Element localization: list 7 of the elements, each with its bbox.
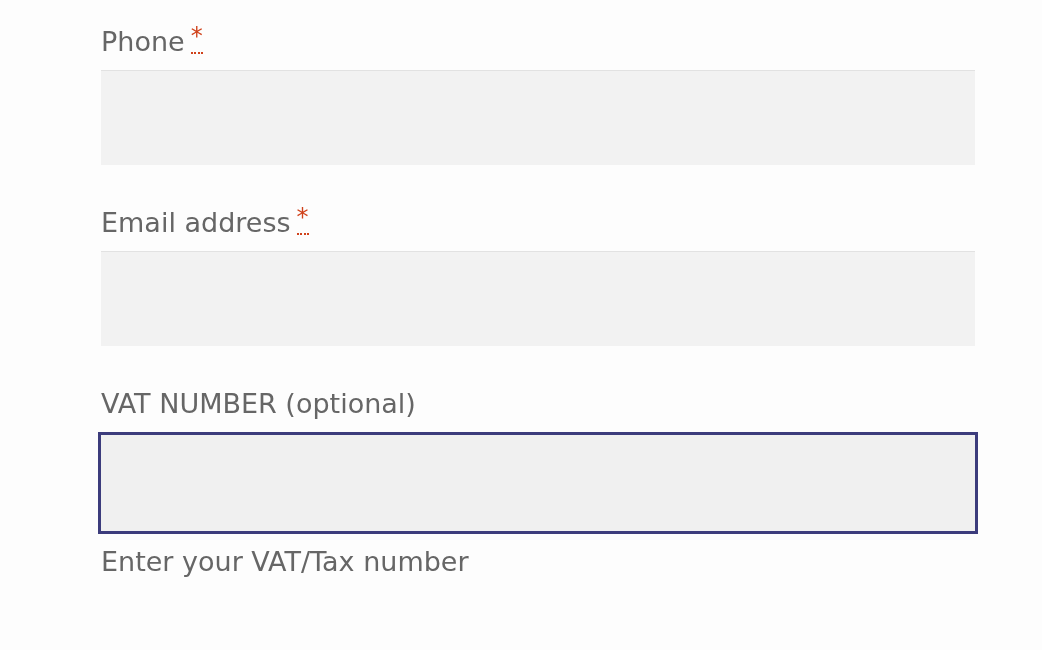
field-label: Email address — [101, 206, 291, 240]
field-label: Phone — [101, 25, 185, 59]
input-field[interactable] — [98, 432, 978, 534]
field-label: VAT NUMBER (optional) — [101, 387, 416, 421]
required-mark: * — [296, 203, 309, 235]
field-hint: Enter your VAT/Tax number — [101, 545, 470, 579]
required-mark: * — [190, 22, 203, 54]
